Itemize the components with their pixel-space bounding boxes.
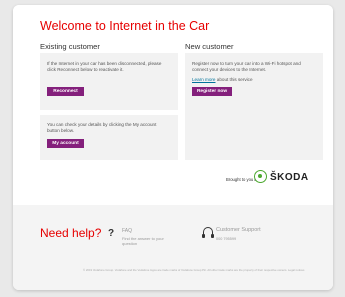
my-account-panel: You can check your details by clicking t… <box>40 115 178 160</box>
reconnect-button[interactable]: Reconnect <box>47 87 84 96</box>
account-text: You can check your details by clicking t… <box>47 122 157 133</box>
reconnect-text: If the Internet in your car has been dis… <box>47 61 162 72</box>
main-content: Welcome to Internet in the Car Existing … <box>13 5 333 205</box>
need-help-heading: Need help? <box>40 226 102 240</box>
legal-notice: © 2019 Vodafone Group. Vodafone and the … <box>83 268 305 272</box>
existing-customer-heading: Existing customer <box>40 42 100 51</box>
faq-description: Find the answer to your question <box>122 236 164 246</box>
register-now-button[interactable]: Register now <box>192 87 232 96</box>
new-customer-heading: New customer <box>185 42 234 51</box>
skoda-logo-icon <box>254 170 267 183</box>
learn-more-line: Learn more about this service <box>192 77 316 83</box>
register-text: Register now to turn your car into a Wi-… <box>192 61 301 72</box>
faq-link[interactable]: FAQ <box>122 228 132 234</box>
about-service-text: about this service <box>215 77 253 82</box>
register-panel: Register now to turn your car into a Wi-… <box>185 53 323 160</box>
customer-support-link[interactable]: Customer Support <box>216 227 261 233</box>
customer-support-number: 000 795599 <box>216 237 237 241</box>
learn-more-link[interactable]: Learn more <box>192 77 216 82</box>
page-card: Welcome to Internet in the Car Existing … <box>13 5 333 290</box>
reconnect-panel: If the Internet in your car has been dis… <box>40 53 178 110</box>
question-mark-icon: ? <box>108 228 115 239</box>
help-footer: Need help? ? FAQ Find the answer to your… <box>13 205 333 290</box>
page-title: Welcome to Internet in the Car <box>40 19 210 33</box>
skoda-logo-text: ŠKODA <box>270 172 309 183</box>
headset-icon <box>202 227 214 238</box>
my-account-button[interactable]: My account <box>47 139 84 148</box>
